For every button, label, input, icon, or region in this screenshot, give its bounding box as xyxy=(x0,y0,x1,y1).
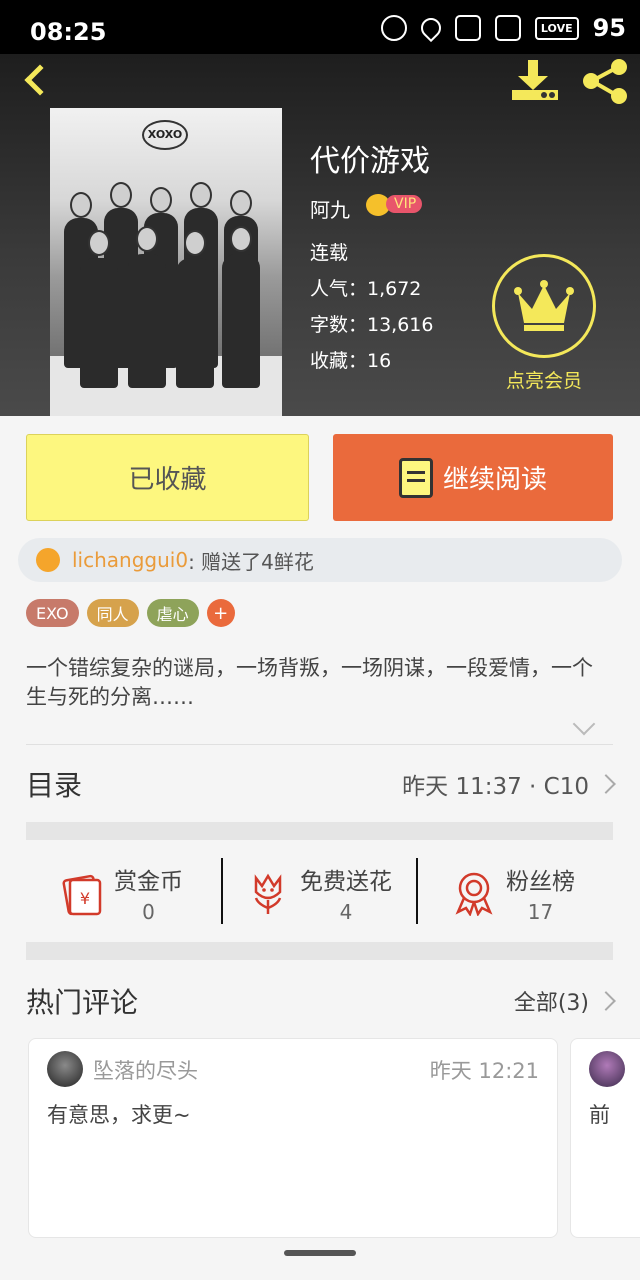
reward-coins-value: 0 xyxy=(142,900,155,924)
comment-card[interactable]: 坠落的尽头 昨天 12:21 有意思，求更~ xyxy=(28,1038,558,1238)
note-icon-2 xyxy=(494,15,521,41)
share-button[interactable] xyxy=(580,58,630,104)
chevron-right-icon xyxy=(596,774,616,794)
status-bar: 08:25 LOVE 95 xyxy=(0,0,640,54)
cover-face xyxy=(150,187,172,213)
hot-comments-header: 热门评论 全部(3) xyxy=(26,975,616,1027)
steering-wheel-icon xyxy=(380,15,407,41)
chevron-right-icon xyxy=(596,991,616,1011)
book-title: 代价游戏 xyxy=(310,144,430,179)
crown-icon xyxy=(514,280,574,331)
stats-divider xyxy=(221,858,223,924)
gift-user[interactable]: lichanggui0 xyxy=(72,548,188,572)
all-comments-link[interactable]: 全部(3) xyxy=(513,985,616,1017)
continue-reading-label: 继续阅读 xyxy=(442,465,547,495)
status-icons: LOVE 95 xyxy=(380,13,626,43)
cover-face xyxy=(88,230,110,256)
toc-update: 昨天 11:37 · C10 xyxy=(402,767,616,801)
favorites-stat: 收藏：16 xyxy=(310,350,392,372)
fan-ranking-value: 17 xyxy=(527,900,554,924)
tag-item[interactable]: 虐心 xyxy=(146,599,199,627)
cover-face xyxy=(190,182,212,208)
share-icon xyxy=(583,59,627,104)
home-indicator[interactable] xyxy=(284,1250,356,1256)
ribbon-medal-icon xyxy=(455,872,493,916)
toc-row[interactable]: 目录 昨天 11:37 · C10 xyxy=(26,746,616,822)
free-flowers-button[interactable]: 免费送花 4 xyxy=(246,858,392,928)
continue-reading-button[interactable]: 继续阅读 xyxy=(333,434,613,521)
gift-text: : 赠送了4鲜花 xyxy=(188,549,314,574)
cover-figure xyxy=(128,254,166,388)
reward-coins-button[interactable]: ¥ 赏金币 0 xyxy=(60,858,183,928)
word-count-stat: 字数：13,616 xyxy=(310,314,434,336)
reward-coins-label: 赏金币 xyxy=(114,869,183,895)
chevron-left-icon xyxy=(24,64,56,96)
tag-item[interactable]: EXO xyxy=(26,599,79,627)
cover-face xyxy=(230,190,252,216)
hot-comments-label: 热门评论 xyxy=(26,986,139,1019)
cover-logo: XOXO xyxy=(142,120,188,150)
cover-face xyxy=(110,182,132,208)
cover-face xyxy=(136,226,158,252)
back-button[interactable] xyxy=(16,58,56,102)
vip-badge: VIP xyxy=(386,195,423,213)
comment-user[interactable]: 坠落的尽头 xyxy=(93,1055,198,1085)
battery-level: 95 xyxy=(592,14,626,42)
divider xyxy=(26,744,613,745)
popularity-stat: 人气：1,672 xyxy=(310,278,422,300)
tag-item[interactable]: 同人 xyxy=(86,599,139,627)
comment-body: 前 xyxy=(589,1103,610,1127)
fan-ranking-label: 粉丝榜 xyxy=(506,869,575,895)
section-separator xyxy=(26,822,613,840)
flower-icon xyxy=(254,873,282,914)
cover-face xyxy=(184,230,206,256)
note-icon xyxy=(454,15,481,41)
cover-face xyxy=(230,226,252,252)
cover-figure xyxy=(176,258,214,388)
fan-ranking-button[interactable]: 粉丝榜 17 xyxy=(452,858,575,928)
download-icon xyxy=(512,60,558,100)
status-time: 08:25 xyxy=(30,18,107,46)
expand-chevron-icon[interactable] xyxy=(572,712,596,736)
free-flowers-value: 4 xyxy=(339,900,353,924)
cover-figure xyxy=(222,254,260,388)
member-circle xyxy=(492,254,596,358)
toc-update-text: 昨天 11:37 · C10 xyxy=(402,774,589,800)
download-button[interactable] xyxy=(508,58,560,104)
book-cover[interactable]: XOXO xyxy=(50,108,282,416)
serial-status: 连载 xyxy=(310,242,349,264)
all-comments-text: 全部(3) xyxy=(513,991,589,1016)
avatar[interactable] xyxy=(589,1051,625,1087)
book-icon xyxy=(398,457,433,498)
avatar[interactable] xyxy=(47,1051,83,1087)
free-flowers-label: 免费送花 xyxy=(300,869,392,895)
comment-time: 昨天 12:21 xyxy=(429,1059,539,1083)
love-icon: LOVE xyxy=(534,16,579,40)
book-description: 一个错综复杂的谜局，一场背叛，一场阴谋，一段爱情，一个生与死的分离…… xyxy=(26,656,593,709)
comment-body: 有意思，求更~ xyxy=(47,1103,191,1127)
section-separator xyxy=(26,942,613,960)
cover-face xyxy=(70,192,92,218)
book-header: XOXO 代价游戏 阿九 VIP 连载 人气：1,672 字数：13,616 收… xyxy=(0,54,640,416)
red-envelope-icon: ¥ xyxy=(62,874,102,916)
tag-list: EXO 同人 虐心 + xyxy=(26,599,235,627)
clap-icon xyxy=(36,548,60,572)
add-tag-button[interactable]: + xyxy=(206,599,235,627)
favorited-button[interactable]: 已收藏 xyxy=(26,434,309,521)
svg-text:¥: ¥ xyxy=(80,889,90,908)
interaction-stats: ¥ 赏金币 0 免费送花 4 粉丝榜 17 xyxy=(26,840,613,940)
location-pin-icon xyxy=(416,13,446,43)
stats-divider xyxy=(416,858,418,924)
gift-notice[interactable]: lichanggui0 : 赠送了4鲜花 xyxy=(18,538,622,582)
author-name[interactable]: 阿九 xyxy=(310,194,350,223)
member-button[interactable]: 点亮会员 xyxy=(492,254,596,393)
member-label: 点亮会员 xyxy=(505,370,582,392)
cover-figure xyxy=(80,258,118,388)
comment-card[interactable]: 前 xyxy=(570,1038,640,1238)
toc-label: 目录 xyxy=(26,769,83,802)
